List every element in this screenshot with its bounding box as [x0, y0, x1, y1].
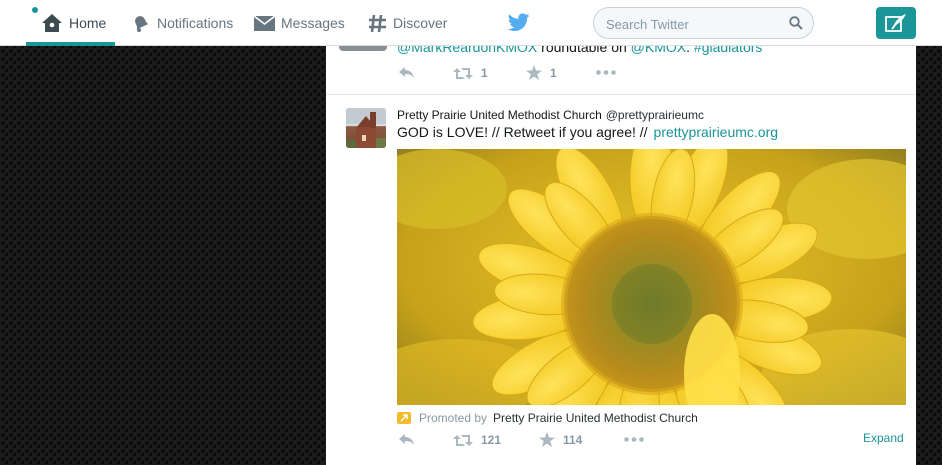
nav-notifications-label: Notifications [157, 15, 234, 31]
more-options-button[interactable] [624, 437, 644, 442]
nav-messages-tab[interactable]: Messages [254, 0, 345, 46]
star-icon [539, 432, 555, 447]
reply-button[interactable] [398, 433, 415, 446]
tweet-text: @MarkReardonKMOX roundtable on @KMOX. #g… [397, 46, 762, 55]
author-handle[interactable]: @prettyprairieumc [606, 108, 704, 122]
top-nav-bar: Home Notifications Messages Discover [0, 0, 942, 46]
avatar[interactable] [339, 46, 387, 51]
tweet-text-fragment: roundtable on [537, 46, 631, 55]
retweet-icon [453, 67, 473, 79]
retweet-button[interactable]: 121 [453, 433, 501, 447]
church-avatar-image [346, 108, 386, 148]
tweet-body: GOD is LOVE! // Retweet if you agree! // [397, 124, 648, 140]
timeline-column: @MarkReardonKMOX roundtable on @KMOX. #g… [326, 46, 916, 465]
magnifier-icon[interactable] [789, 16, 803, 30]
twitter-bird-icon[interactable] [508, 13, 530, 32]
tweet-media-sunflower[interactable] [397, 149, 906, 405]
promoted-indicator: Promoted by Pretty Prairie United Method… [397, 411, 698, 425]
ellipsis-icon [596, 70, 616, 75]
author-name[interactable]: Pretty Prairie United Methodist Church [397, 108, 602, 122]
reply-button[interactable] [398, 66, 415, 79]
promoted-arrow-icon [397, 412, 411, 424]
bell-icon [135, 16, 149, 32]
nav-home-tab[interactable]: Home [26, 0, 115, 46]
tweet-url-link[interactable]: prettyprairieumc.org [654, 124, 779, 140]
previous-tweet[interactable]: @MarkReardonKMOX roundtable on @KMOX. #g… [326, 46, 916, 95]
search-input[interactable] [606, 15, 786, 33]
favorite-button[interactable]: 1 [526, 65, 557, 80]
mention-link[interactable]: @MarkReardonKMOX [397, 46, 537, 55]
promoted-label: Promoted by [419, 411, 488, 425]
tweet-text: GOD is LOVE! // Retweet if you agree! //… [397, 124, 778, 140]
mention-link[interactable]: @KMOX [631, 46, 686, 55]
star-icon [526, 65, 542, 80]
envelope-icon [254, 15, 275, 31]
search-box[interactable] [593, 7, 814, 39]
quill-icon [885, 14, 906, 32]
hashtag-icon [369, 14, 386, 32]
sunflower-image [397, 149, 906, 405]
avatar[interactable] [346, 108, 386, 148]
retweet-button[interactable]: 1 [453, 66, 488, 80]
expand-tweet-link[interactable]: Expand [863, 431, 904, 445]
tweet-actions: 1 1 [398, 65, 698, 82]
nav-notifications-tab[interactable]: Notifications [131, 0, 233, 46]
promoted-by-account[interactable]: Pretty Prairie United Methodist Church [493, 411, 698, 425]
reply-arrow-icon [399, 434, 414, 445]
tweet-text-fragment: . [686, 46, 694, 55]
nav-discover-label: Discover [393, 15, 448, 31]
more-options-button[interactable] [596, 70, 616, 75]
nav-messages-label: Messages [281, 15, 345, 31]
tweet-header: Pretty Prairie United Methodist Church @p… [397, 108, 704, 122]
retweet-icon [453, 434, 473, 446]
compose-tweet-button[interactable] [876, 7, 916, 39]
active-tab-underline [26, 42, 115, 46]
retweet-count: 121 [481, 433, 502, 447]
retweet-count: 1 [481, 66, 488, 80]
home-icon [42, 14, 62, 32]
favorite-count: 1 [550, 65, 557, 80]
nav-discover-tab[interactable]: Discover [368, 0, 447, 46]
tweet-actions: 121 114 [398, 432, 698, 449]
reply-arrow-icon [399, 67, 414, 78]
nav-home-label: Home [69, 15, 107, 31]
favorite-button[interactable]: 114 [539, 432, 582, 447]
favorite-count: 114 [563, 432, 583, 447]
hashtag-link[interactable]: #gladiators [694, 46, 763, 55]
ellipsis-icon [624, 437, 644, 442]
promoted-tweet[interactable]: Pretty Prairie United Methodist Church @p… [326, 95, 916, 465]
